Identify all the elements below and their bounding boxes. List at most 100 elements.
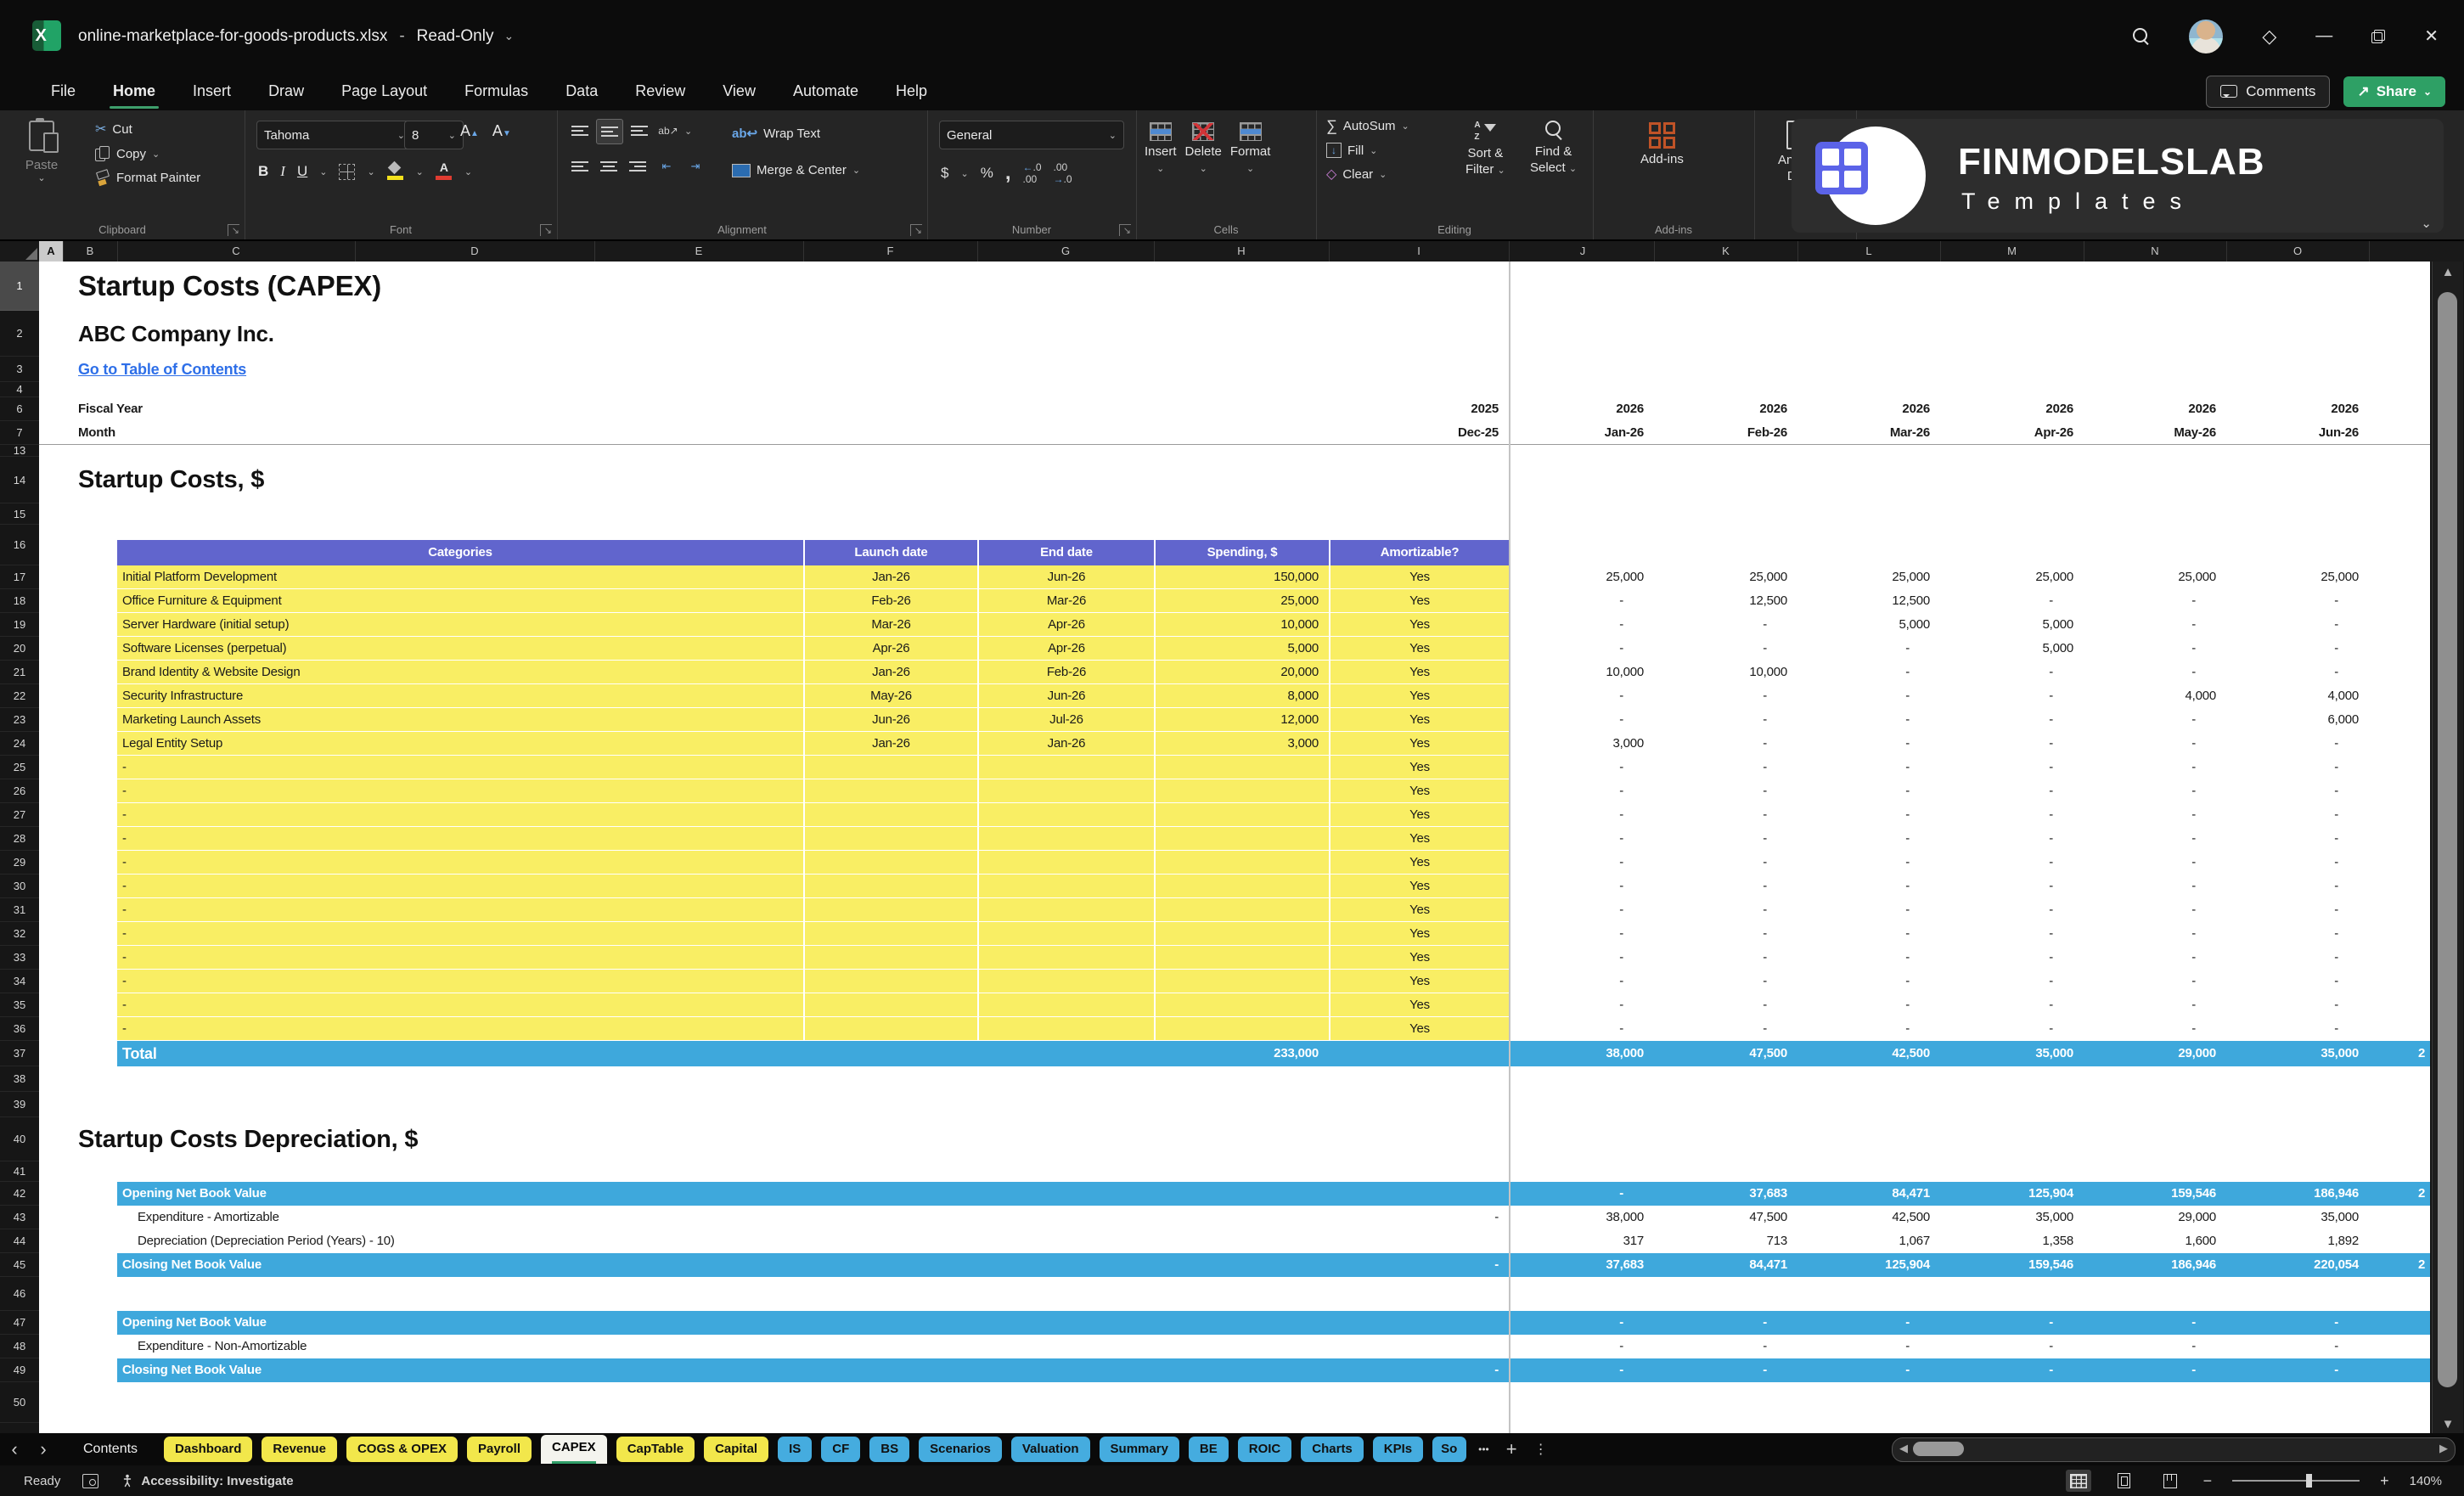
end-date-cell[interactable] [977,875,1154,898]
month-value-cell[interactable]: 42,500 [1797,1041,1940,1066]
zoom-slider-thumb[interactable] [2306,1474,2313,1488]
month-value-cell[interactable]: - [1511,970,1654,993]
month-value-cell[interactable]: - [2084,589,2226,613]
month-value-cell[interactable]: - [2084,613,2226,637]
underline-button[interactable]: U [297,163,307,180]
month-value-cell[interactable]: - [1797,1335,1940,1358]
month-value-cell[interactable]: 42,500 [1797,1206,1940,1229]
month-value-cell[interactable]: 35,000 [1940,1206,2084,1229]
table-header-cell[interactable]: Categories [117,540,803,565]
month-value-cell[interactable]: 1,067 [1797,1229,1940,1253]
month-value-cell[interactable]: - [2084,779,2226,803]
sheet-tab-scenarios[interactable]: Scenarios [919,1437,1002,1462]
row-number-27[interactable]: 27 [0,803,39,827]
fill-button[interactable]: ↓ Fill ⌄ [1326,143,1409,158]
month-value-cell[interactable]: - [2226,1311,2369,1335]
spending-cell[interactable] [1154,803,1329,827]
month-value-cell[interactable]: - [2084,946,2226,970]
menu-tab-file[interactable]: File [32,72,94,110]
end-date-cell[interactable] [977,993,1154,1017]
wrap-text-button[interactable]: ab↩ Wrap Text [732,126,820,142]
month-value-cell[interactable]: - [1940,898,2084,922]
month-value-cell[interactable]: - [2084,875,2226,898]
month-value-cell[interactable]: - [2226,637,2369,661]
end-date-cell[interactable]: Jul-26 [977,708,1154,732]
month-value-cell[interactable]: 37,683 [1511,1253,1654,1277]
category-cell[interactable]: - [117,970,803,993]
launch-date-cell[interactable]: Apr-26 [803,637,977,661]
select-all-icon[interactable] [25,248,37,260]
row-number-40[interactable]: 40 [0,1117,39,1161]
spending-cell[interactable]: 5,000 [1154,637,1329,661]
month-value-cell[interactable]: - [1511,756,1654,779]
month-value-cell[interactable]: - [1940,827,2084,851]
category-cell[interactable]: - [117,875,803,898]
month-value-cell[interactable]: - [1797,1017,1940,1041]
month-value-cell[interactable]: - [1654,922,1797,946]
month-value-cell[interactable]: - [1654,684,1797,708]
month-value-cell[interactable]: - [2084,708,2226,732]
scroll-down-icon[interactable]: ▼ [2433,1417,2463,1431]
month-value-cell[interactable]: - [1940,1017,2084,1041]
borders-button[interactable] [339,163,356,180]
month-value-cell[interactable]: - [1511,637,1654,661]
month-value-cell[interactable]: - [2084,1335,2226,1358]
row-number-20[interactable]: 20 [0,637,39,661]
clear-button[interactable]: ◇ Clear ⌄ [1326,166,1409,183]
row-number-7[interactable]: 7 [0,421,39,445]
month-value-cell[interactable]: 1,892 [2226,1229,2369,1253]
month-value-cell[interactable]: - [1654,1017,1797,1041]
month-value-cell[interactable]: - [2226,756,2369,779]
fiscal-month-value[interactable]: 2026 [1797,397,1940,421]
shrink-font-button[interactable]: A▼ [492,122,511,140]
fiscal-month-value[interactable]: 2026 [1940,397,2084,421]
launch-date-cell[interactable] [803,898,977,922]
end-date-cell[interactable]: Jun-26 [977,684,1154,708]
month-value-cell[interactable]: - [1940,970,2084,993]
amortizable-cell[interactable]: Yes [1329,851,1509,875]
month-value-cell[interactable]: - [1654,851,1797,875]
spending-cell[interactable] [1154,1017,1329,1041]
cut-button[interactable]: ✂ Cut [95,121,200,138]
launch-date-cell[interactable] [803,946,977,970]
menu-tab-review[interactable]: Review [616,72,704,110]
chevron-down-icon[interactable]: ⌄ [684,126,692,144]
month-value-cell[interactable]: 1,600 [2084,1229,2226,1253]
month-value-cell[interactable]: - [2226,803,2369,827]
month-value-cell[interactable]: 35,000 [2226,1041,2369,1066]
month-value-cell[interactable]: - [2084,970,2226,993]
amortizable-cell[interactable]: Yes [1329,779,1509,803]
read-only-badge[interactable]: Read-Only [417,27,494,46]
scroll-left-icon[interactable]: ◀ [1899,1442,1908,1455]
month-value-cell[interactable]: - [1940,922,2084,946]
launch-date-cell[interactable] [803,756,977,779]
category-cell[interactable]: Server Hardware (initial setup) [117,613,803,637]
month-value-cell[interactable]: - [2084,756,2226,779]
month-value-cell[interactable]: - [1511,708,1654,732]
row-number-34[interactable]: 34 [0,970,39,993]
row-number-23[interactable]: 23 [0,708,39,732]
end-date-cell[interactable] [977,922,1154,946]
align-bottom-button[interactable] [627,119,652,143]
month-value-cell[interactable]: - [1654,732,1797,756]
column-header-A[interactable]: A [39,241,64,263]
spending-cell[interactable]: 25,000 [1154,589,1329,613]
sheet-options-kebab-icon[interactable]: ⋮ [1534,1441,1548,1458]
menu-tab-automate[interactable]: Automate [774,72,877,110]
launch-date-cell[interactable]: Jun-26 [803,708,977,732]
launch-date-cell[interactable] [803,993,977,1017]
menu-tab-help[interactable]: Help [877,72,946,110]
month-value-cell[interactable]: 159,546 [1940,1253,2084,1277]
avatar[interactable] [2189,19,2224,53]
column-header-K[interactable]: K [1654,241,1798,262]
launch-date-cell[interactable] [803,803,977,827]
end-date-cell[interactable] [977,970,1154,993]
month-value-cell[interactable]: - [1940,1335,2084,1358]
sheet-tab-revenue[interactable]: Revenue [262,1437,337,1462]
row-number-2[interactable]: 2 [0,311,39,357]
month-value-cell[interactable]: - [1797,898,1940,922]
month-value-cell[interactable]: - [1797,875,1940,898]
column-header-G[interactable]: G [977,241,1155,262]
month-value-cell[interactable]: - [1511,1182,1654,1206]
menu-tab-view[interactable]: View [704,72,774,110]
